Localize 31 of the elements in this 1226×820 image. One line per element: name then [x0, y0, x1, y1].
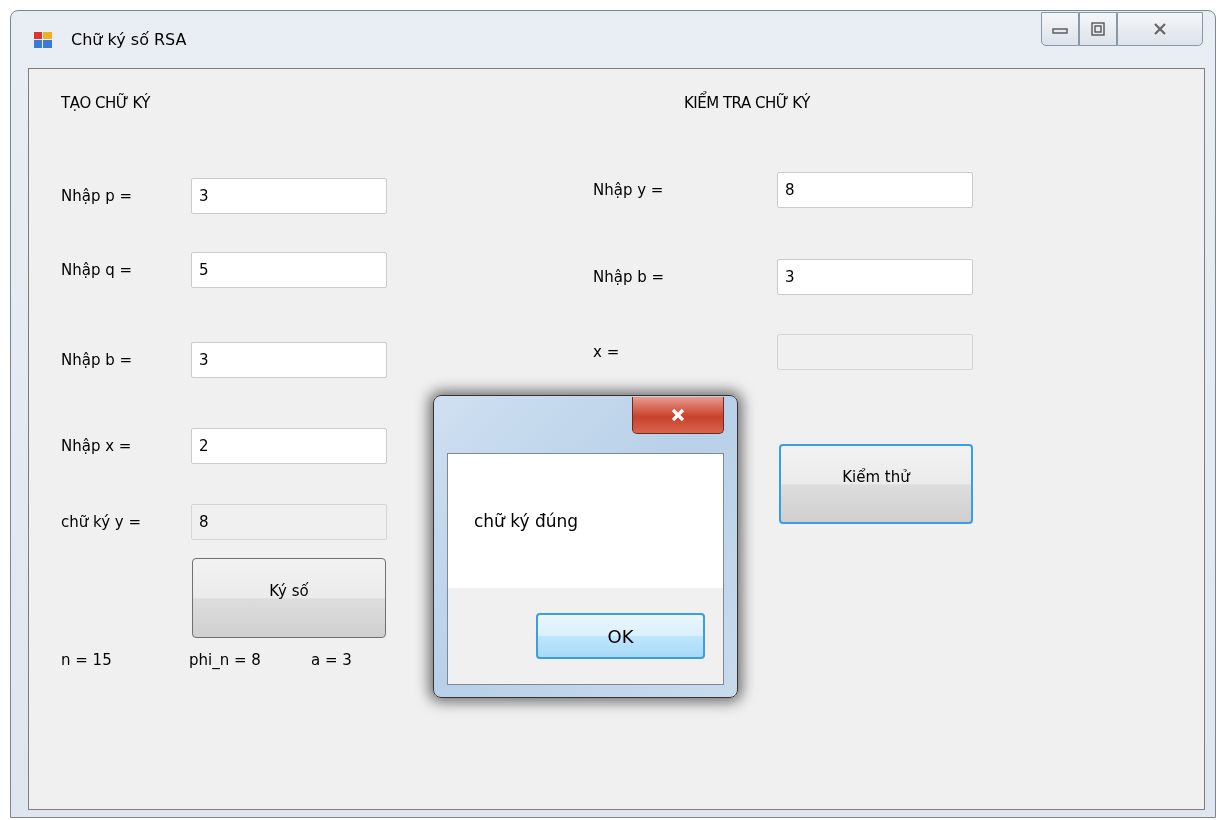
action-button[interactable]: Ký số [192, 558, 386, 638]
ok-button[interactable]: OK [536, 613, 705, 659]
field-label: Nhập x = [61, 437, 133, 455]
restore-button[interactable] [1079, 12, 1117, 46]
input-field[interactable]: 3 [777, 259, 973, 295]
section-heading: TẠO CHỮ KÝ [61, 94, 150, 112]
field-label: Nhập b = [61, 351, 134, 369]
field-label: Nhập q = [61, 261, 134, 279]
field-label: Nhập p = [61, 187, 134, 205]
message-text: chữ ký đúng [474, 511, 579, 531]
input-field[interactable]: 3 [191, 178, 387, 214]
field-label: chữ ký y = [61, 513, 143, 531]
result-text: n = 15 [61, 650, 113, 670]
close-icon [1152, 22, 1168, 36]
input-field[interactable]: 2 [191, 428, 387, 464]
action-button[interactable]: Kiểm thử [779, 444, 973, 524]
input-field[interactable]: 5 [191, 252, 387, 288]
close-button[interactable] [632, 397, 724, 434]
window-title: Chữ ký số RSA [71, 30, 187, 49]
field-label: Nhập b = [593, 268, 666, 286]
input-field[interactable]: 8 [191, 504, 387, 540]
app-icon [33, 30, 53, 49]
input-field[interactable]: 3 [191, 342, 387, 378]
minimize-button[interactable] [1041, 12, 1079, 46]
input-field[interactable] [777, 334, 973, 370]
result-text: a = 3 [311, 650, 352, 670]
field-label: x = [593, 343, 621, 361]
input-field[interactable]: 8 [777, 172, 973, 208]
restore-icon [1090, 22, 1106, 36]
result-text: phi_n = 8 [189, 650, 262, 670]
field-label: Nhập y = [593, 181, 665, 199]
